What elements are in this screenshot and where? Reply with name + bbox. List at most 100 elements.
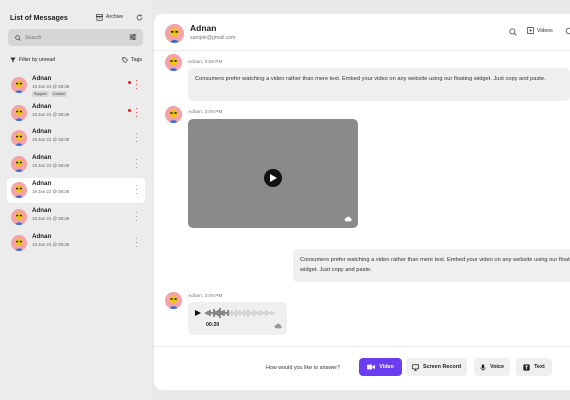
tag-icon (122, 57, 129, 63)
screen-icon (411, 363, 419, 371)
sidebar-title: List of Messages (10, 12, 68, 22)
search-icon (15, 34, 21, 41)
message-meta: Adnan, 3:09 PM (188, 60, 223, 65)
filter-unread-button[interactable]: Filter by unread (10, 57, 55, 63)
message-date: 19 Jan 22 @ 08:38 (32, 137, 70, 142)
filter-row: Filter by unread Tags (10, 55, 143, 65)
answer-bar: How would you like to answer? Video Scre… (154, 346, 570, 390)
avatar (11, 156, 27, 172)
audio-duration: 00:20 (206, 322, 220, 328)
message-date: 19 Jan 22 @ 08:38 (32, 84, 70, 89)
refresh-icon (136, 13, 143, 20)
kebab-icon[interactable] (136, 238, 138, 247)
message-bubble: Consumers prefer watching a video rather… (188, 68, 570, 101)
message-bubble-outgoing: Consumers prefer watching a video rather… (293, 249, 570, 282)
tags-label: Tags (131, 57, 142, 63)
archive-label: Archive (106, 14, 124, 20)
contact-name: Adnan (32, 103, 52, 110)
filter-unread-label: Filter by unread (19, 57, 56, 63)
answer-prompt: How would you like to answer? (266, 365, 341, 371)
kebab-icon[interactable] (136, 80, 138, 89)
search-icon[interactable] (509, 28, 517, 36)
archive-icon (96, 13, 103, 21)
list-item[interactable]: Adnan 19 Jan 22 @ 08:38 (7, 101, 145, 126)
avatar (11, 130, 27, 146)
list-item[interactable]: Adnan 19 Jan 22 @ 08:38 (7, 126, 145, 151)
answer-video-button[interactable]: Video (359, 358, 402, 376)
search-placeholder: Search (25, 34, 42, 41)
message-meta: Adnan, 3:09 PM (188, 110, 223, 115)
avatar (165, 24, 184, 43)
avatar (165, 292, 182, 309)
answer-video-label: Video (379, 364, 394, 370)
tag-badge: Support (32, 91, 49, 97)
unread-indicator (128, 109, 131, 112)
video-library-icon (527, 27, 534, 34)
kebab-icon[interactable] (136, 185, 138, 194)
contact-email: sample@gmail.com (190, 35, 236, 41)
play-button[interactable] (264, 169, 282, 187)
kebab-icon[interactable] (136, 212, 138, 221)
list-item[interactable]: Adnan 19 Jan 22 @ 08:38 (7, 205, 145, 230)
cloud-icon[interactable] (274, 323, 282, 329)
contact-name: Adnan (32, 233, 52, 240)
cloud-icon[interactable] (344, 216, 352, 222)
waveform (205, 308, 275, 318)
tags-button[interactable]: Tags (122, 57, 142, 63)
videos-button[interactable]: Videos (527, 27, 553, 34)
avatar (165, 106, 182, 123)
kebab-icon[interactable] (136, 108, 138, 117)
answer-screen-label: Screen Record (422, 364, 462, 370)
gear-icon[interactable] (565, 27, 570, 35)
archive-button[interactable]: Archive (96, 11, 123, 23)
message-date: 19 Jan 22 @ 08:38 (32, 112, 70, 117)
tag-badges: Support Custom (32, 91, 67, 97)
contact-name: Adnan (32, 128, 52, 135)
list-item[interactable]: Adnan 19 Jan 22 @ 08:38 (7, 231, 145, 256)
answer-voice-button[interactable]: Voice (474, 358, 510, 376)
contact-name: Adnan (32, 180, 52, 187)
funnel-icon (10, 57, 16, 63)
contact-name: Adnan (32, 75, 52, 82)
conversation-header: Adnan sample@gmail.com Videos (154, 14, 570, 51)
videos-label: Videos (537, 27, 553, 34)
kebab-icon[interactable] (136, 133, 138, 142)
avatar (11, 182, 27, 198)
sidebar-header: List of Messages Archive (10, 11, 146, 23)
answer-screen-record-button[interactable]: Screen Record (406, 358, 467, 376)
play-icon[interactable] (195, 310, 201, 316)
unread-indicator (128, 81, 131, 84)
avatar (11, 77, 27, 93)
contact-name: Adnan (190, 23, 217, 33)
message-date: 19 Jan 22 @ 08:38 (32, 189, 70, 194)
avatar (11, 209, 27, 225)
answer-voice-label: Voice (490, 364, 504, 370)
list-item-active[interactable]: Adnan 19 Jan 22 @ 08:38 (7, 178, 145, 203)
search-input[interactable]: Search (8, 29, 143, 46)
kebab-icon[interactable] (136, 159, 138, 168)
avatar (11, 105, 27, 121)
answer-text-label: Text (534, 364, 545, 370)
audio-message[interactable]: 00:20 (188, 302, 287, 335)
avatar (11, 235, 27, 251)
text-icon (523, 363, 530, 371)
message-date: 19 Jan 22 @ 08:38 (32, 216, 70, 221)
play-icon (270, 174, 277, 182)
list-item[interactable]: Adnan 19 Jan 22 @ 08:38 Support Custom (7, 73, 145, 98)
mic-icon (480, 363, 486, 371)
contact-name: Adnan (32, 154, 52, 161)
message-date: 19 Jan 22 @ 08:38 (32, 242, 70, 247)
filter-sliders-icon[interactable] (129, 33, 137, 41)
refresh-button[interactable] (136, 11, 143, 23)
conversation-panel: Adnan sample@gmail.com Videos Adnan, 3:0… (154, 14, 570, 390)
tag-badge: Custom (50, 91, 67, 97)
message-date: 19 Jan 22 @ 08:38 (32, 163, 70, 168)
contact-name: Adnan (32, 207, 52, 214)
video-icon (367, 364, 376, 370)
answer-text-button[interactable]: Text (516, 358, 552, 376)
avatar (165, 54, 182, 71)
list-item[interactable]: Adnan 19 Jan 22 @ 08:38 (7, 152, 145, 177)
message-sidebar: List of Messages Archive Search Filter b… (0, 0, 152, 400)
message-meta: Adnan, 3:09 PM (188, 294, 223, 299)
video-message[interactable] (188, 119, 358, 228)
